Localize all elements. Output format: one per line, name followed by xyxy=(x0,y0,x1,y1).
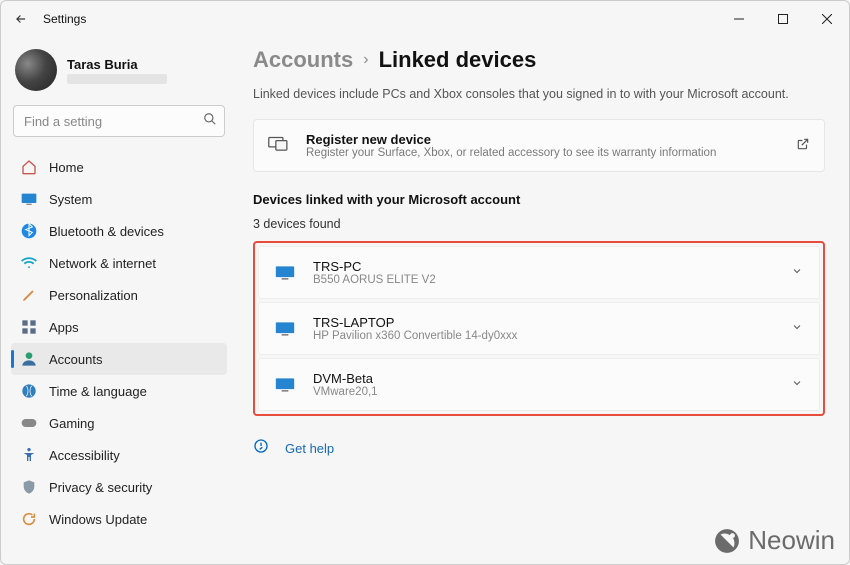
search-box xyxy=(13,105,225,137)
breadcrumb: Accounts › Linked devices xyxy=(253,47,825,73)
avatar xyxy=(15,49,57,91)
search-icon xyxy=(203,112,217,129)
close-button[interactable] xyxy=(805,3,849,35)
breadcrumb-parent[interactable]: Accounts xyxy=(253,47,353,73)
close-icon xyxy=(822,14,832,24)
search-input[interactable] xyxy=(13,105,225,137)
user-email-redacted xyxy=(67,74,167,84)
sidebar-item-label: Accessibility xyxy=(49,448,120,463)
device-model: B550 AORUS ELITE V2 xyxy=(313,274,436,286)
sidebar-item-label: Time & language xyxy=(49,384,147,399)
titlebar: Settings xyxy=(1,1,849,37)
device-model: HP Pavilion x360 Convertible 14-dy0xxx xyxy=(313,330,517,342)
maximize-button[interactable] xyxy=(761,3,805,35)
globe-icon xyxy=(21,383,37,399)
chevron-right-icon: › xyxy=(363,51,368,69)
page-description: Linked devices include PCs and Xbox cons… xyxy=(253,87,825,101)
neowin-logo-icon xyxy=(714,528,740,554)
sidebar-item-privacy[interactable]: Privacy & security xyxy=(11,471,227,503)
monitor-icon xyxy=(275,265,295,281)
minimize-button[interactable] xyxy=(717,3,761,35)
shield-icon xyxy=(21,479,37,495)
chevron-down-icon xyxy=(791,321,803,336)
sidebar-item-label: Accounts xyxy=(49,352,102,367)
back-button[interactable] xyxy=(9,7,33,31)
sidebar-item-label: Bluetooth & devices xyxy=(49,224,164,239)
device-name: TRS-LAPTOP xyxy=(313,315,517,330)
window-title: Settings xyxy=(43,12,86,26)
sidebar-item-time[interactable]: Time & language xyxy=(11,375,227,407)
get-help-link[interactable]: Get help xyxy=(285,441,334,456)
window-controls xyxy=(717,3,849,35)
chevron-down-icon xyxy=(791,377,803,392)
sidebar-item-apps[interactable]: Apps xyxy=(11,311,227,343)
titlebar-left: Settings xyxy=(9,7,86,31)
device-row[interactable]: TRS-LAPTOP HP Pavilion x360 Convertible … xyxy=(258,302,820,355)
person-icon xyxy=(21,351,37,367)
watermark-text: Neowin xyxy=(748,525,835,556)
sidebar-item-accessibility[interactable]: Accessibility xyxy=(11,439,227,471)
sidebar: Taras Buria Home System Bluetooth & devi… xyxy=(1,37,237,564)
get-help-row[interactable]: Get help xyxy=(253,438,825,459)
wifi-icon xyxy=(21,255,37,271)
device-model: VMware20,1 xyxy=(313,386,378,398)
nav-list: Home System Bluetooth & devices Network … xyxy=(11,151,227,535)
sidebar-item-label: Privacy & security xyxy=(49,480,152,495)
sidebar-item-home[interactable]: Home xyxy=(11,151,227,183)
page-title: Linked devices xyxy=(379,47,537,73)
bluetooth-icon xyxy=(21,223,37,239)
device-row[interactable]: DVM-Beta VMware20,1 xyxy=(258,358,820,411)
open-external-icon xyxy=(796,137,810,154)
device-name: TRS-PC xyxy=(313,259,436,274)
register-device-card[interactable]: Register new device Register your Surfac… xyxy=(253,119,825,172)
sidebar-item-accounts[interactable]: Accounts xyxy=(11,343,227,375)
register-title: Register new device xyxy=(306,132,716,147)
update-icon xyxy=(21,511,37,527)
register-subtitle: Register your Surface, Xbox, or related … xyxy=(306,147,716,159)
sidebar-item-label: Gaming xyxy=(49,416,95,431)
help-icon xyxy=(253,438,271,459)
sidebar-item-gaming[interactable]: Gaming xyxy=(11,407,227,439)
devices-count: 3 devices found xyxy=(253,217,825,231)
sidebar-item-personalization[interactable]: Personalization xyxy=(11,279,227,311)
sidebar-item-label: Network & internet xyxy=(49,256,156,271)
sidebar-item-label: System xyxy=(49,192,92,207)
sidebar-item-label: Personalization xyxy=(49,288,138,303)
device-name: DVM-Beta xyxy=(313,371,378,386)
device-row[interactable]: TRS-PC B550 AORUS ELITE V2 xyxy=(258,246,820,299)
accessibility-icon xyxy=(21,447,37,463)
devices-highlight-box: TRS-PC B550 AORUS ELITE V2 TRS-LAPTOP HP… xyxy=(253,241,825,416)
apps-icon xyxy=(21,319,37,335)
arrow-left-icon xyxy=(14,12,28,26)
sidebar-item-system[interactable]: System xyxy=(11,183,227,215)
device-plus-icon xyxy=(268,134,290,157)
user-name: Taras Buria xyxy=(67,57,167,72)
maximize-icon xyxy=(778,14,788,24)
devices-section-header: Devices linked with your Microsoft accou… xyxy=(253,192,825,207)
main-pane: Accounts › Linked devices Linked devices… xyxy=(237,37,849,564)
gamepad-icon xyxy=(21,415,37,431)
user-block[interactable]: Taras Buria xyxy=(11,43,227,105)
sidebar-item-label: Home xyxy=(49,160,84,175)
sidebar-item-label: Windows Update xyxy=(49,512,147,527)
chevron-down-icon xyxy=(791,265,803,280)
sidebar-item-update[interactable]: Windows Update xyxy=(11,503,227,535)
monitor-icon xyxy=(275,377,295,393)
watermark: Neowin xyxy=(714,525,835,556)
minimize-icon xyxy=(734,14,744,24)
paint-icon xyxy=(21,287,37,303)
sidebar-item-label: Apps xyxy=(49,320,79,335)
home-icon xyxy=(21,159,37,175)
sidebar-item-network[interactable]: Network & internet xyxy=(11,247,227,279)
monitor-icon xyxy=(275,321,295,337)
system-icon xyxy=(21,191,37,207)
sidebar-item-bluetooth[interactable]: Bluetooth & devices xyxy=(11,215,227,247)
